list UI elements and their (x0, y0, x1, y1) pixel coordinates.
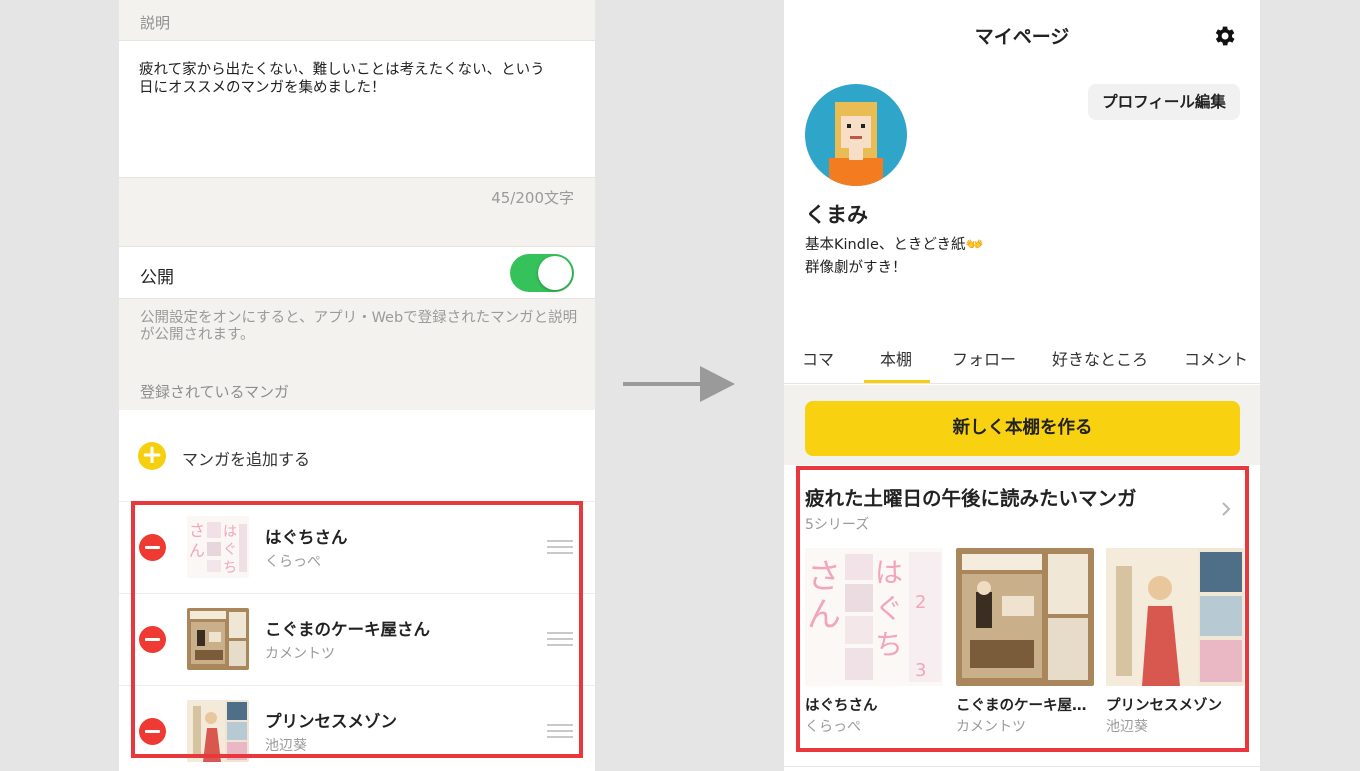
avatar[interactable] (805, 84, 907, 186)
char-counter: 45/200文字 (491, 189, 574, 207)
public-setting-row: 公開 (119, 246, 595, 299)
add-manga-label: マンガを追加する (182, 450, 311, 469)
tab-bookshelf[interactable]: 本棚 (880, 346, 912, 370)
user-bio: 基本Kindle、ときどき紙👐 群像劇がすき！ (805, 237, 984, 276)
registered-manga-header: 登録されているマンガ (140, 383, 289, 401)
plus-icon: + (138, 442, 166, 470)
tab-follow[interactable]: フォロー (952, 346, 1016, 370)
public-label: 公開 (140, 268, 174, 288)
tab-koma[interactable]: コマ (802, 346, 834, 370)
gear-icon[interactable] (1211, 23, 1237, 49)
page-title: マイページ (974, 26, 1070, 48)
active-tab-indicator (864, 380, 930, 383)
description-text: 疲れて家から出たくない、難しいことは考えたくない、という 日にオススメのマンガを… (139, 62, 545, 96)
tab-comments[interactable]: コメント (1184, 346, 1248, 370)
edit-profile-button[interactable]: プロフィール編集 (1088, 84, 1240, 120)
highlight-box-left (131, 501, 583, 758)
user-name: くまみ (805, 203, 868, 227)
divider (784, 766, 1260, 767)
public-toggle[interactable] (510, 254, 574, 292)
public-note: 公開設定をオンにすると、アプリ・Webで登録されたマンガと説明が公開されます。 (140, 310, 578, 343)
tab-favorite-parts[interactable]: 好きなところ (1052, 346, 1148, 370)
add-manga-button[interactable]: + マンガを追加する (119, 410, 595, 502)
description-field[interactable]: 疲れて家から出たくない、難しいことは考えたくない、という 日にオススメのマンガを… (119, 40, 595, 178)
arrow-line (623, 382, 705, 386)
toggle-knob (538, 256, 572, 290)
highlight-box-right (796, 466, 1249, 752)
profile-tabs: コマ 本棚 フォロー 好きなところ コメント (784, 332, 1260, 384)
description-header: 説明 (140, 14, 171, 32)
arrow-right-icon (700, 366, 735, 402)
create-bookshelf-button[interactable]: 新しく本棚を作る (805, 401, 1240, 456)
